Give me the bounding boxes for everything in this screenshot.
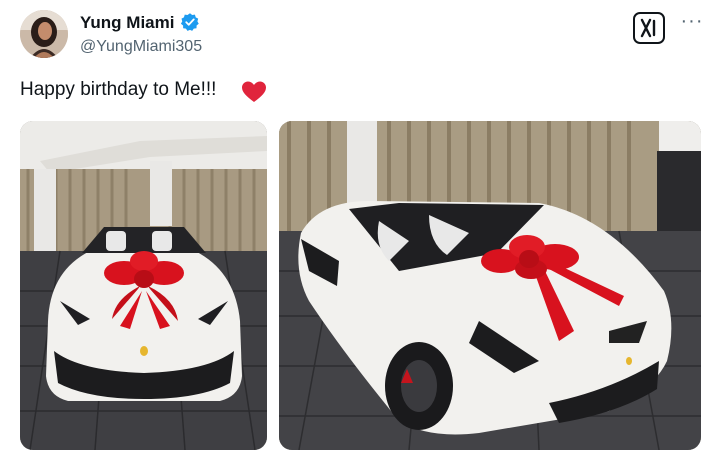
avatar[interactable] bbox=[20, 10, 68, 58]
x-logo-icon[interactable] bbox=[633, 12, 665, 44]
tweet-photo-2[interactable] bbox=[279, 121, 701, 450]
car-photo-front bbox=[20, 121, 267, 450]
tweet-photo-1[interactable] bbox=[20, 121, 267, 450]
more-options-icon[interactable]: ··· bbox=[680, 11, 704, 36]
heart-icon bbox=[242, 81, 266, 102]
verified-badge-icon bbox=[180, 13, 199, 31]
tweet-text: Happy birthday to Me!!! bbox=[20, 79, 217, 100]
car-photo-side bbox=[279, 121, 701, 450]
user-handle[interactable]: @YungMiami305 bbox=[80, 38, 202, 56]
display-name[interactable]: Yung Miami bbox=[80, 13, 174, 33]
